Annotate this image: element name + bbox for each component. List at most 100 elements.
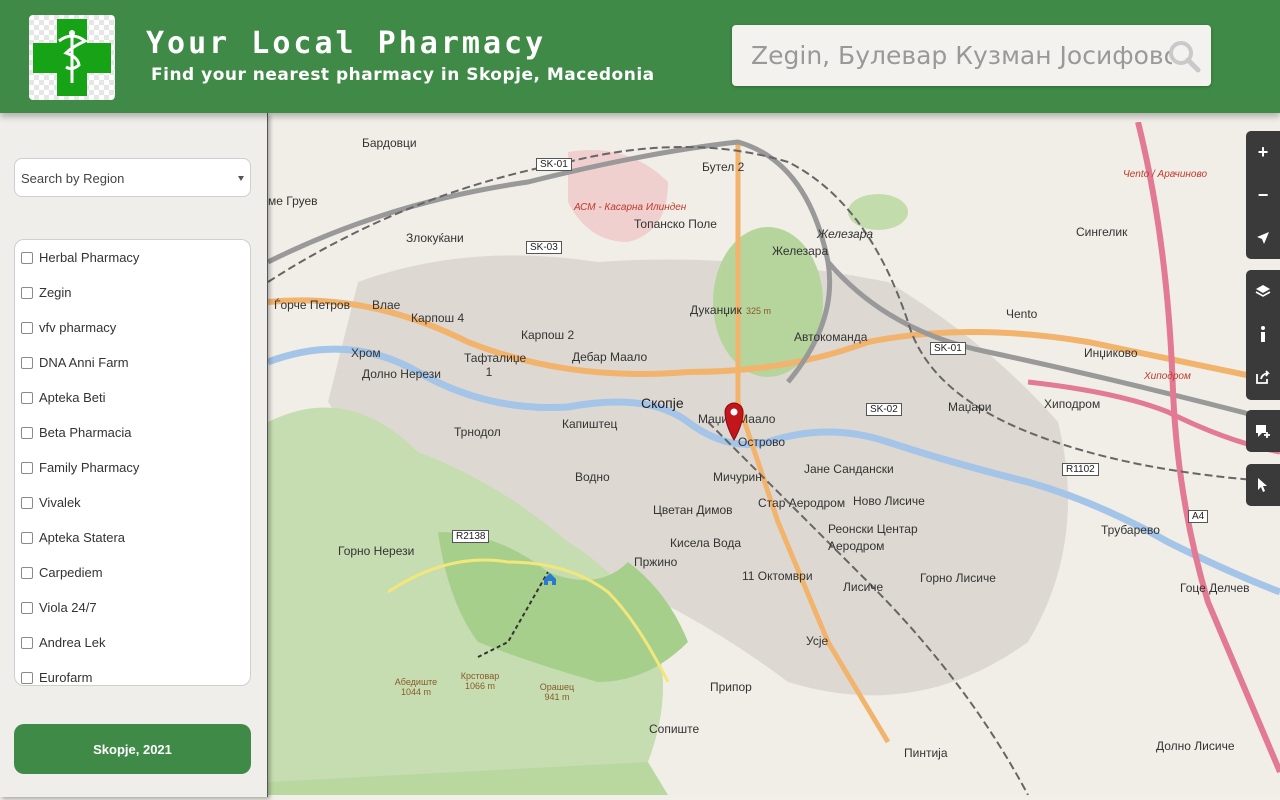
search-icon[interactable] [1167, 39, 1201, 73]
map-label: Топанско Поле [634, 217, 717, 231]
map-label: Водно [575, 470, 610, 484]
chevron-down-icon [238, 176, 244, 181]
map-label: Карпош 2 [521, 328, 575, 342]
zoom-in-button[interactable]: + [1246, 131, 1280, 173]
pharmacy-checkbox[interactable] [21, 497, 33, 509]
site-subtitle: Find your nearest pharmacy in Skopje, Ma… [151, 65, 655, 85]
pharmacy-item[interactable]: DNA Anni Farm [21, 353, 241, 373]
map-label: Јане Сандански [804, 462, 894, 476]
location-pin-icon[interactable] [723, 400, 745, 442]
layers-button[interactable] [1246, 270, 1280, 312]
pharmacy-item[interactable]: Carpediem [21, 563, 241, 583]
map-label: Усје [806, 634, 829, 648]
map-label: 11 Октомври [742, 569, 813, 583]
address-search-box[interactable] [732, 25, 1211, 86]
pharmacy-item[interactable]: Herbal Pharmacy [21, 248, 241, 268]
pharmacy-item[interactable]: Beta Pharmacia [21, 423, 241, 443]
pharmacy-checkbox[interactable] [21, 602, 33, 614]
map-label: Долно Лисиче [1156, 739, 1235, 753]
map-label: Крстовар 1066 m [460, 671, 500, 691]
pharmacy-list[interactable]: Herbal Pharmacy Zegin vfv pharmacy DNA A… [14, 239, 251, 686]
map-label: Капиштец [562, 417, 618, 431]
map-label: Припор [710, 680, 752, 694]
map-label: Чento [1006, 307, 1038, 321]
add-note-button[interactable] [1246, 410, 1280, 452]
pharmacy-name: Carpediem [39, 565, 103, 580]
pharmacy-item[interactable]: Andrea Lek [21, 633, 241, 653]
pharmacy-checkbox[interactable] [21, 567, 33, 579]
share-icon [1256, 370, 1270, 384]
address-search-input[interactable] [732, 25, 1172, 86]
locate-button[interactable] [1246, 217, 1280, 259]
map-label: Горно Нерези [338, 544, 415, 558]
map-label: Хиподром [1044, 397, 1101, 411]
road-tag: SK-02 [866, 403, 902, 416]
map-label: Хром [351, 346, 381, 360]
map-label: Абедиште 1044 m [394, 677, 438, 697]
map-label: Реонски Центар Аеродром [828, 522, 918, 553]
map-label: Мичурин [713, 470, 762, 484]
pharmacy-logo [29, 15, 115, 100]
info-button[interactable] [1246, 313, 1280, 355]
pharmacy-item[interactable]: vfv pharmacy [21, 318, 241, 338]
map-note-toolbar [1246, 410, 1280, 452]
map-label: Цветан Димов [653, 503, 733, 517]
map-label: Трнодол [454, 425, 501, 439]
map-label: Маџари [948, 400, 992, 414]
map-label: Пинтија [904, 746, 948, 760]
share-button[interactable] [1246, 356, 1280, 398]
region-select[interactable]: Search by Region [14, 158, 251, 197]
map-label: Инџиково [1084, 346, 1138, 360]
pharmacy-checkbox[interactable] [21, 427, 33, 439]
map-view[interactable]: Бардовци Бутел 2 АСМ - Касарна Илинден Т… [268, 122, 1280, 795]
pharmacy-name: vfv pharmacy [39, 320, 117, 335]
pharmacy-item[interactable]: Family Pharmacy [21, 458, 241, 478]
pharmacy-checkbox[interactable] [21, 357, 33, 369]
pharmacy-item[interactable]: Viola 24/7 [21, 598, 241, 618]
pharmacy-item[interactable]: Vivalek [21, 493, 241, 513]
map-label: Горно Лисиче [920, 571, 996, 585]
pharmacy-checkbox[interactable] [21, 672, 33, 684]
pharmacy-checkbox[interactable] [21, 532, 33, 544]
shelter-icon [544, 573, 556, 585]
pharmacy-checkbox[interactable] [21, 287, 33, 299]
pharmacy-name: Eurofarm [39, 670, 93, 685]
pharmacy-name: Herbal Pharmacy [39, 250, 140, 265]
map-label: АСМ - Касарна Илинден [574, 202, 687, 213]
map-label: Автокоманда [794, 330, 868, 344]
pharmacy-checkbox[interactable] [21, 252, 33, 264]
pharmacy-name: Apteka Statera [39, 530, 125, 545]
road-tag: SK-01 [930, 342, 966, 355]
sidebar: Search by Region Herbal Pharmacy Zegin v… [0, 113, 268, 797]
road-tag: SK-01 [536, 158, 572, 171]
pharmacy-checkbox[interactable] [21, 322, 33, 334]
pharmacy-item[interactable]: Apteka Beti [21, 388, 241, 408]
pharmacy-item[interactable]: Zegin [21, 283, 241, 303]
layers-icon [1255, 285, 1271, 297]
map-layers-toolbar [1246, 270, 1280, 400]
pharmacy-checkbox[interactable] [21, 637, 33, 649]
query-features-button[interactable] [1246, 464, 1280, 506]
navigation-arrow-icon [1257, 232, 1269, 244]
map-label: Сингелик [1076, 225, 1128, 239]
map-label: Острово [738, 435, 786, 449]
map-label: Скопје [641, 395, 684, 411]
pharmacy-item[interactable]: Eurofarm [21, 668, 241, 685]
pharmacy-item[interactable]: Apteka Statera [21, 528, 241, 548]
footer-city-button[interactable]: Skopje, 2021 [14, 724, 251, 774]
map-label: ме Груев [268, 194, 318, 208]
app-header: Your Local Pharmacy Find your nearest ph… [0, 0, 1280, 113]
pharmacy-checkbox[interactable] [21, 392, 33, 404]
map-label: Железара [817, 227, 874, 241]
add-note-icon [1256, 425, 1270, 438]
pharmacy-name: Beta Pharmacia [39, 425, 132, 440]
info-icon [1261, 326, 1265, 342]
zoom-out-button[interactable]: − [1246, 174, 1280, 216]
map-label: Ѓорче Петров [274, 298, 350, 312]
road-tag: R2138 [452, 530, 490, 543]
map-label: Трубарево [1101, 523, 1160, 537]
map-label: Орашец 941 m [539, 682, 575, 702]
pharmacy-cross-icon [33, 19, 111, 96]
map-label: Гоце Делчев [1180, 581, 1250, 595]
pharmacy-checkbox[interactable] [21, 462, 33, 474]
